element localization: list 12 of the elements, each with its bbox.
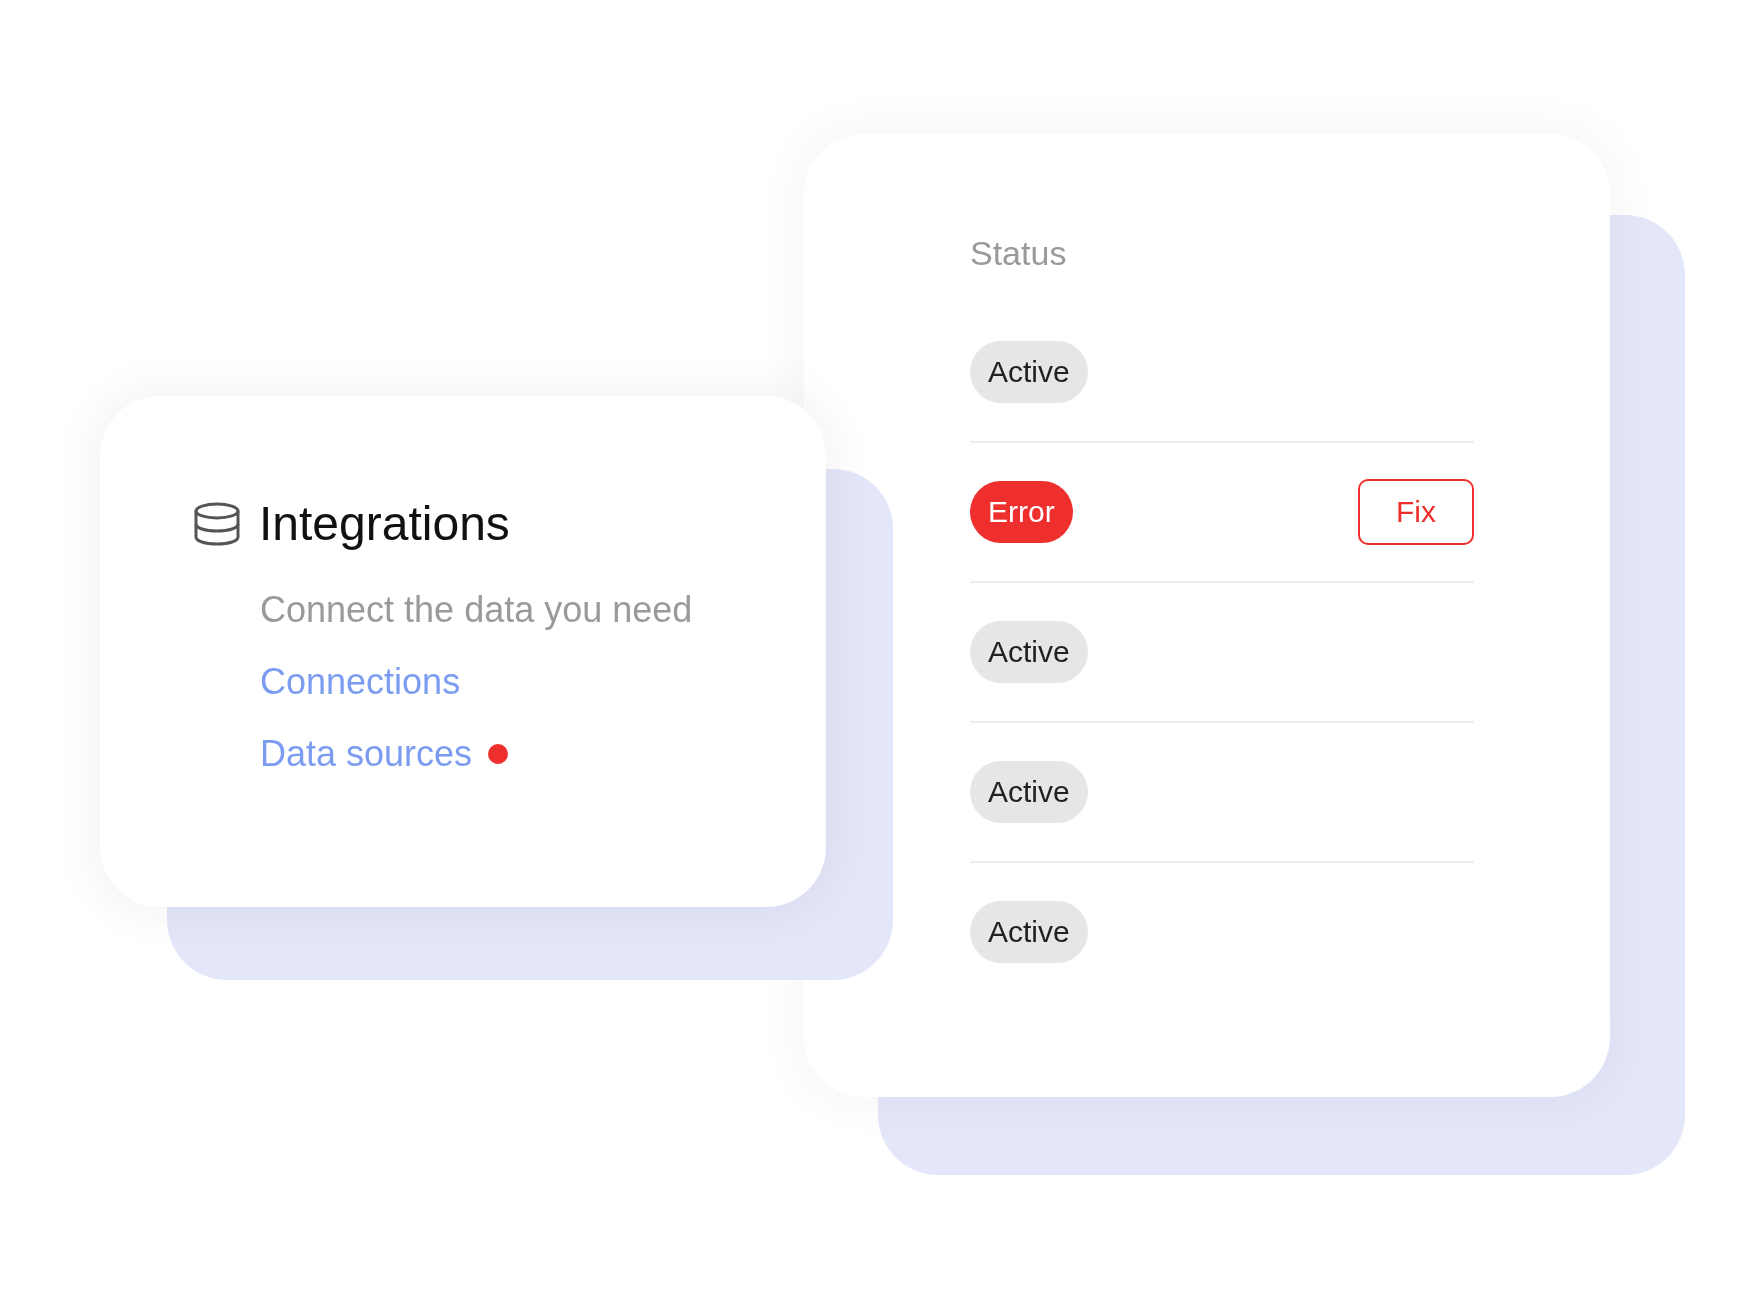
fix-button[interactable]: Fix: [1358, 479, 1474, 545]
status-badge: Active: [970, 621, 1088, 683]
status-badge: Error: [970, 481, 1073, 543]
nav-link[interactable]: Data sources: [260, 733, 473, 775]
database-icon: [193, 501, 241, 546]
status-badge: Active: [970, 761, 1088, 823]
card-title: Integrations: [259, 496, 510, 551]
nav-link[interactable]: Connections: [260, 661, 461, 703]
status-badge: Active: [970, 341, 1088, 403]
status-badge: Active: [970, 901, 1088, 963]
status-heading: Status: [970, 234, 1068, 273]
card-subtitle: Connect the data you need: [260, 589, 694, 631]
